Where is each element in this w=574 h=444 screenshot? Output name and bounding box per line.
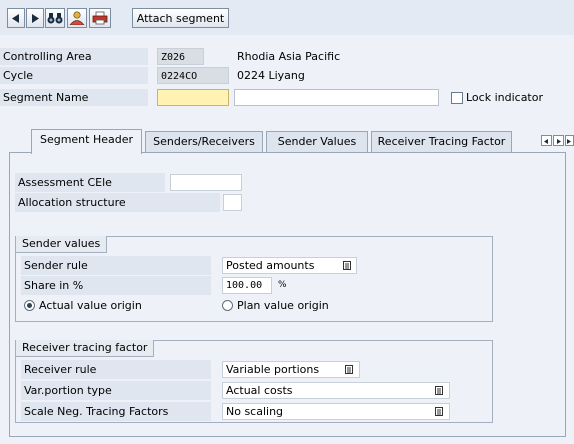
radio-unselected-icon [222,300,233,311]
previous-button[interactable] [7,8,25,28]
attach-segment-label: Attach segment [136,11,225,25]
person-icon [69,11,85,25]
attach-segment-button[interactable]: Attach segment [132,8,229,28]
actual-value-origin-radio[interactable]: Actual value origin [24,299,142,312]
plan-value-origin-label: Plan value origin [237,299,329,312]
header-fields: Controlling Area Z026 Rhodia Asia Pacifi… [0,35,574,117]
tab-receiver-tracing-factor[interactable]: Receiver Tracing Factor [371,131,512,153]
allocation-structure-input[interactable] [223,194,242,211]
sender-rule-label: Sender rule [21,256,211,275]
responsible-user-button[interactable] [67,8,87,28]
sender-rule-select[interactable]: Posted amounts [222,257,357,274]
receiver-tracing-group: Receiver tracing factor Receiver rule Va… [15,340,493,423]
tab-senders-receivers[interactable]: Senders/Receivers [145,131,263,153]
dropdown-list-icon[interactable] [345,365,354,375]
allocation-structure-row: Allocation structure [10,193,310,212]
tab-list-button[interactable] [565,135,574,146]
dropdown-list-icon[interactable] [343,261,352,271]
sender-values-title: Sender values [16,236,108,253]
receiver-rule-value: Variable portions [226,363,320,376]
scale-select[interactable]: No scaling [222,403,450,420]
checkbox-icon [451,91,463,104]
plan-value-origin-radio[interactable]: Plan value origin [222,299,329,312]
sender-values-group: Sender values Sender rule Posted amounts… [15,236,493,322]
printer-icon [92,11,108,25]
actual-value-origin-label: Actual value origin [39,299,142,312]
controlling-area-row: Controlling Area Z026 Rhodia Asia Pacifi… [0,48,574,65]
cycle-label: Cycle [0,67,148,84]
segment-name-row: Segment Name Lock indicator [0,89,574,106]
triangle-right-icon [32,13,39,23]
tab-scroll-left-button[interactable] [541,135,552,146]
var-portion-value: Actual costs [226,384,293,397]
assessment-row: Assessment CEle [10,173,310,192]
share-label: Share in % [21,276,211,295]
tab-sender-values[interactable]: Sender Values [266,131,368,153]
next-button[interactable] [26,8,44,28]
triangle-left-icon [12,13,19,23]
scale-row: Scale Neg. Tracing Factors No scaling [16,402,486,421]
tab-strip: Segment Header Senders/Receivers Sender … [0,127,574,154]
receiver-tracing-title: Receiver tracing factor [16,340,155,357]
var-portion-label: Var.portion type [21,381,211,400]
dropdown-list-icon[interactable] [435,407,444,417]
sender-rule-value: Posted amounts [226,259,315,272]
find-button[interactable] [45,8,65,28]
segment-description-input[interactable] [234,89,439,106]
share-input[interactable]: 100.00 [222,277,272,294]
controlling-area-field[interactable]: Z026 [157,48,204,65]
tab-scroll-right-button[interactable] [553,135,564,146]
scale-label: Scale Neg. Tracing Factors [21,402,211,421]
segment-header-panel: Assessment CEle Allocation structure Sen… [9,152,566,437]
dropdown-list-icon[interactable] [435,386,444,396]
controlling-area-text: Rhodia Asia Pacific [237,50,341,63]
controlling-area-label: Controlling Area [0,48,148,65]
receiver-rule-label: Receiver rule [21,360,211,379]
segment-name-label: Segment Name [0,89,148,106]
lock-indicator-label: Lock indicator [466,91,543,104]
cycle-text: 0224 Liyang [237,69,305,82]
tab-list-icon [567,139,571,144]
share-row: Share in % 100.00 % [16,276,486,295]
var-portion-select[interactable]: Actual costs [222,382,450,399]
sender-rule-row: Sender rule Posted amounts [16,256,486,275]
cycle-row: Cycle 0224CO 0224 Liyang [0,67,574,84]
scale-value: No scaling [226,405,284,418]
var-portion-row: Var.portion type Actual costs [16,381,486,400]
radio-selected-icon [24,300,35,311]
binoculars-icon [47,13,63,24]
application-toolbar: Attach segment [0,0,574,35]
assessment-input[interactable] [170,174,242,191]
tab-segment-header[interactable]: Segment Header [31,129,142,154]
print-button[interactable] [89,8,111,28]
cycle-field[interactable]: 0224CO [157,67,229,84]
assessment-label: Assessment CEle [15,173,165,192]
triangle-right-icon [557,139,561,144]
lock-indicator-checkbox[interactable]: Lock indicator [451,89,543,106]
allocation-structure-label: Allocation structure [15,193,220,212]
share-unit: % [278,280,287,290]
triangle-left-icon [544,139,548,144]
receiver-rule-select[interactable]: Variable portions [222,361,360,378]
segment-name-input[interactable] [157,89,229,106]
receiver-rule-row: Receiver rule Variable portions [16,360,486,379]
